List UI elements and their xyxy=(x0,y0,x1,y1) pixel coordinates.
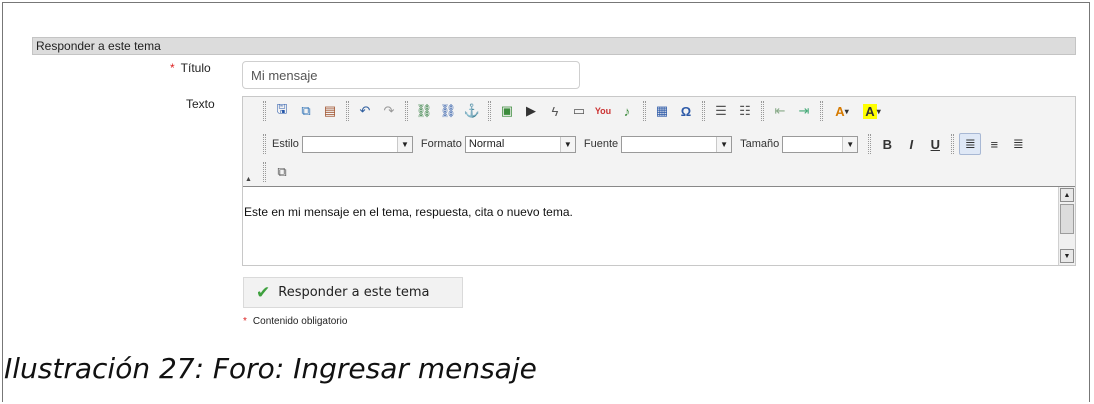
style-value xyxy=(303,137,397,152)
anchor-icon[interactable]: ⚓ xyxy=(461,100,483,122)
size-label: Tamaño xyxy=(740,138,780,150)
checkmark-icon: ✔ xyxy=(256,282,271,303)
redo-icon[interactable]: ↷ xyxy=(378,100,400,122)
italic-button[interactable]: I xyxy=(900,133,922,155)
paste-word-icon[interactable]: ▤ xyxy=(319,100,341,122)
editor-content-text: Este en mi mensaje en el tema, respuesta… xyxy=(244,205,573,219)
size-value xyxy=(783,137,842,152)
required-mark: * xyxy=(170,61,175,75)
align-center-icon[interactable]: ≡ xyxy=(983,133,1005,155)
toolbar-row-1: 🖫 ⧉ ▤ ↶ ↷ ⛓ ⛓ ⚓ ▣ ▶ ϟ ▭ You ♪ ▦ Ω ☰ ☷ ⇤ … xyxy=(259,99,887,123)
toolbar-separator xyxy=(405,101,408,121)
toolbar-separator xyxy=(868,134,872,154)
bulleted-list-icon[interactable]: ☷ xyxy=(734,100,756,122)
underline-button[interactable]: U xyxy=(924,133,946,155)
editor-content-area[interactable]: Este en mi mensaje en el tema, respuesta… xyxy=(243,186,1075,265)
toolbar-separator xyxy=(643,101,646,121)
reply-topic-button[interactable]: ✔ Responder a este tema xyxy=(243,277,463,308)
chevron-down-icon[interactable]: ▼ xyxy=(842,136,858,152)
audio-icon[interactable]: ♪ xyxy=(616,100,638,122)
format-value: Normal xyxy=(468,137,505,150)
size-combo[interactable]: ▼ xyxy=(782,135,859,153)
undo-icon[interactable]: ↶ xyxy=(354,100,376,122)
image-icon[interactable]: ▣ xyxy=(496,100,518,122)
toolbar-separator xyxy=(820,101,823,121)
toolbar-separator xyxy=(346,101,349,121)
chevron-down-icon[interactable]: ▼ xyxy=(396,136,412,152)
align-left-icon[interactable]: ≣ xyxy=(959,133,982,155)
scroll-up-icon[interactable]: ▲ xyxy=(1060,188,1074,202)
bg-color-icon[interactable]: A ▾ xyxy=(858,100,886,122)
title-label-row: * Título xyxy=(170,61,211,75)
youtube-icon[interactable]: You xyxy=(592,100,614,122)
video-icon[interactable]: ▶ xyxy=(520,100,542,122)
style-combo[interactable]: ▼ xyxy=(301,135,413,153)
toolbar-separator xyxy=(263,101,266,121)
unlink-icon[interactable]: ⛓ xyxy=(437,100,459,122)
toolbar-separator xyxy=(761,101,764,121)
outdent-icon[interactable]: ⇤ xyxy=(769,100,791,122)
editor-scrollbar[interactable]: ▲ ▼ xyxy=(1058,187,1075,265)
indent-icon[interactable]: ⇥ xyxy=(793,100,815,122)
link-icon[interactable]: ⛓ xyxy=(413,100,435,122)
toolbar-separator xyxy=(951,134,955,154)
text-label: Texto xyxy=(186,97,215,111)
style-label: Estilo xyxy=(272,138,299,150)
toolbar-separator xyxy=(702,101,705,121)
flash-icon[interactable]: ϟ xyxy=(544,100,566,122)
title-input[interactable] xyxy=(242,61,580,89)
toolbar-row-2: Estilo ▼ Formato Normal ▼ Fuente ▼ Tamañ… xyxy=(259,132,1030,156)
toolbar-separator xyxy=(488,101,491,121)
preview-icon[interactable]: ⧉ xyxy=(295,100,317,122)
font-value xyxy=(622,137,716,152)
section-header: Responder a este tema xyxy=(32,37,1076,55)
rich-text-editor: 🖫 ⧉ ▤ ↶ ↷ ⛓ ⛓ ⚓ ▣ ▶ ϟ ▭ You ♪ ▦ Ω ☰ ☷ ⇤ … xyxy=(242,96,1076,266)
toolbar-row-3: ⧉ xyxy=(259,160,294,184)
chevron-down-icon[interactable]: ▼ xyxy=(716,136,732,152)
scroll-thumb[interactable] xyxy=(1060,204,1074,234)
chevron-down-icon[interactable]: ▼ xyxy=(559,136,575,152)
format-combo[interactable]: Normal ▼ xyxy=(464,135,576,153)
required-mark: * xyxy=(243,316,247,327)
toolbar-separator xyxy=(263,162,266,182)
font-label: Fuente xyxy=(583,138,619,150)
table-icon[interactable]: ▦ xyxy=(651,100,673,122)
find-replace-icon[interactable]: ⧉ xyxy=(271,161,293,183)
align-right-icon[interactable]: ≣ xyxy=(1007,133,1029,155)
format-label: Formato xyxy=(420,138,462,150)
special-char-icon[interactable]: Ω xyxy=(675,100,697,122)
required-footnote: * Contenido obligatorio xyxy=(243,316,347,327)
toolbar-separator xyxy=(263,134,266,154)
collapse-toolbar-icon[interactable]: ▲ xyxy=(245,176,252,183)
reply-topic-button-label: Responder a este tema xyxy=(278,285,430,300)
bold-button[interactable]: B xyxy=(876,133,898,155)
numbered-list-icon[interactable]: ☰ xyxy=(710,100,732,122)
font-combo[interactable]: ▼ xyxy=(621,135,733,153)
title-label: Título xyxy=(180,61,211,75)
required-footnote-text: Contenido obligatorio xyxy=(252,316,348,327)
scroll-down-icon[interactable]: ▼ xyxy=(1060,249,1074,263)
text-color-icon[interactable]: A ▾ xyxy=(828,100,856,122)
save-icon[interactable]: 🖫 xyxy=(271,100,293,122)
figure-caption: Ilustración 27: Foro: Ingresar mensaje xyxy=(4,352,537,385)
media-icon[interactable]: ▭ xyxy=(568,100,590,122)
